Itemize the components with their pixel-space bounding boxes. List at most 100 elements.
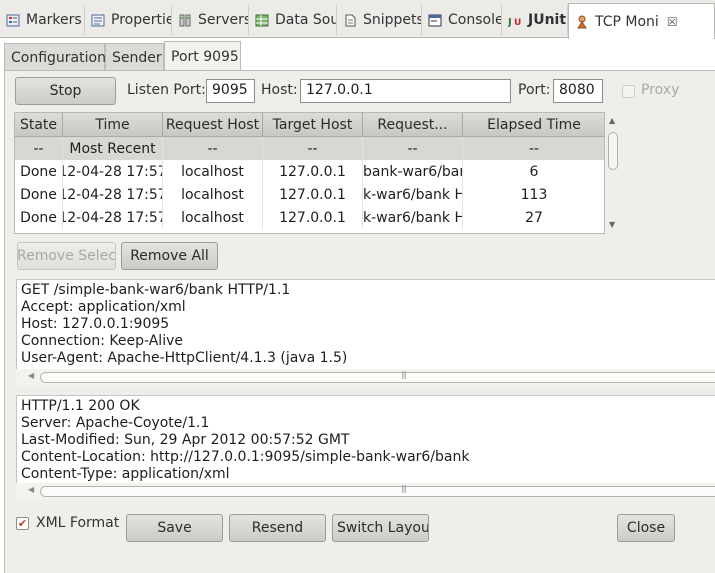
stop-button[interactable]: Stop — [15, 77, 116, 105]
cell-state: Done — [15, 183, 63, 206]
view-tab-bar: Markers Propertie Servers Data Sou Snipp… — [0, 0, 715, 39]
port-label: Port: — [518, 82, 551, 98]
svg-text:U: U — [514, 18, 521, 27]
cell-request-host: localhost — [163, 206, 263, 229]
properties-icon — [90, 13, 106, 27]
tab-label: Propertie — [111, 12, 172, 28]
tab-properties[interactable]: Propertie — [85, 5, 172, 35]
junit-icon: JU — [507, 13, 523, 27]
cell-state: -- — [15, 137, 63, 160]
save-button[interactable]: Save — [126, 514, 223, 542]
table-row[interactable]: Done 12-04-28 17:57 localhost 127.0.0.1 … — [15, 160, 604, 183]
tab-label: Console — [448, 12, 502, 28]
tab-configuration[interactable]: Configuration — [4, 43, 106, 71]
tab-console[interactable]: Console — [422, 5, 502, 35]
tab-servers[interactable]: Servers — [172, 5, 249, 35]
scrollbar-thumb[interactable] — [40, 486, 715, 497]
cell-time: Most Recent — [63, 137, 163, 160]
xml-format-checkbox[interactable]: ✔ — [16, 517, 29, 530]
column-header-state[interactable]: State — [15, 113, 63, 137]
column-header-target-host[interactable]: Target Host — [263, 113, 363, 137]
data-source-icon — [254, 13, 270, 27]
column-header-elapsed-time[interactable]: Elapsed Time — [463, 113, 604, 137]
close-button[interactable]: Close — [617, 514, 675, 542]
cell-elapsed-time: 6 — [463, 160, 604, 183]
cell-request: k-war6/bank HT — [363, 183, 463, 206]
tab-tcp-monitor[interactable]: TCP Moni ☒ — [568, 3, 715, 39]
response-horizontal-scrollbar[interactable]: ◀ ||| — [16, 483, 715, 500]
response-line: Content-Location: http://127.0.0.1:9095/… — [21, 449, 470, 465]
cell-target-host: -- — [263, 137, 363, 160]
response-line: Server: Apache-Coyote/1.1 — [21, 415, 210, 431]
request-line: Connection: Keep-Alive — [21, 333, 183, 349]
listen-port-label: Listen Port: — [127, 82, 206, 98]
cell-request-host: localhost — [163, 160, 263, 183]
cell-target-host: 127.0.0.1 — [263, 183, 363, 206]
snippets-icon — [342, 13, 358, 27]
resend-button[interactable]: Resend — [229, 514, 326, 542]
host-field[interactable]: 127.0.0.1 — [300, 79, 511, 103]
tab-markers[interactable]: Markers — [0, 5, 85, 35]
cell-target-host: 127.0.0.1 — [263, 160, 363, 183]
console-icon — [427, 13, 443, 27]
cell-time: 12-04-28 17:57 — [63, 160, 163, 183]
scroll-down-icon[interactable]: ▼ — [609, 220, 615, 229]
tab-label: TCP Moni — [595, 13, 659, 30]
table-row[interactable]: Done 12-04-28 17:57 localhost 127.0.0.1 … — [15, 183, 604, 206]
scrollbar-grip-icon: ||| — [401, 370, 407, 379]
proxy-label: Proxy — [641, 82, 680, 98]
port-field[interactable]: 8080 — [553, 79, 603, 103]
cell-request-host: localhost — [163, 183, 263, 206]
scrollbar-grip-icon: ||| — [401, 484, 407, 493]
response-text-area[interactable]: HTTP/1.1 200 OK Server: Apache-Coyote/1.… — [16, 395, 715, 489]
cell-elapsed-time: -- — [463, 137, 604, 160]
request-line: GET /simple-bank-war6/bank HTTP/1.1 — [21, 282, 291, 298]
tab-label: Markers — [26, 12, 82, 28]
tab-data-source[interactable]: Data Sou — [249, 5, 337, 35]
listen-port-field[interactable]: 9095 — [206, 79, 255, 103]
proxy-checkbox[interactable] — [622, 85, 635, 98]
table-vertical-scrollbar[interactable]: ▲ ▼ — [606, 112, 620, 234]
cell-request: -- — [363, 137, 463, 160]
tab-label: Snippets — [363, 12, 422, 28]
tcp-monitor-icon — [574, 15, 590, 29]
column-header-request-host[interactable]: Request Host — [163, 113, 263, 137]
tab-port-9095[interactable]: Port 9095 — [164, 41, 241, 71]
column-header-time[interactable]: Time — [63, 113, 163, 137]
remove-all-button[interactable]: Remove All — [121, 242, 218, 270]
svg-text:J: J — [508, 17, 512, 27]
close-icon[interactable]: ☒ — [667, 15, 678, 29]
servers-icon — [177, 13, 193, 27]
switch-layout-button[interactable]: Switch Layout — [332, 514, 429, 542]
tab-sender[interactable]: Sender — [105, 43, 164, 71]
column-header-request[interactable]: Request... — [363, 113, 463, 137]
cell-time: 12-04-28 17:57 — [63, 206, 163, 229]
response-line: HTTP/1.1 200 OK — [21, 398, 140, 414]
request-text-area[interactable]: GET /simple-bank-war6/bank HTTP/1.1 Acce… — [16, 279, 715, 372]
tab-label: JUnit — [528, 12, 567, 28]
scroll-up-icon[interactable]: ▲ — [609, 116, 615, 125]
cell-time: 12-04-28 17:57 — [63, 183, 163, 206]
scrollbar-thumb[interactable] — [608, 132, 618, 170]
request-table: State Time Request Host Target Host Requ… — [14, 112, 605, 234]
request-horizontal-scrollbar[interactable]: ◀ ||| — [16, 369, 715, 386]
cell-state: Done — [15, 160, 63, 183]
xml-format-label: XML Format — [36, 515, 120, 531]
table-row[interactable]: -- Most Recent -- -- -- -- — [15, 137, 604, 160]
tab-label: Data Sou — [275, 12, 337, 28]
table-row[interactable]: Done 12-04-28 17:57 localhost 127.0.0.1 … — [15, 206, 604, 229]
tab-junit[interactable]: JU JUnit — [502, 5, 568, 35]
scroll-left-icon[interactable]: ◀ — [28, 485, 34, 494]
response-line: Last-Modified: Sun, 29 Apr 2012 00:57:52… — [21, 432, 350, 448]
scroll-left-icon[interactable]: ◀ — [28, 371, 34, 380]
cell-request-host: -- — [163, 137, 263, 160]
request-line: Accept: application/xml — [21, 299, 186, 315]
host-label: Host: — [261, 82, 298, 98]
remove-selected-button[interactable]: Remove Selec — [17, 242, 116, 270]
scrollbar-thumb[interactable] — [40, 372, 715, 383]
cell-state: Done — [15, 206, 63, 229]
markers-icon — [5, 13, 21, 27]
tab-snippets[interactable]: Snippets — [337, 5, 422, 35]
cell-request: bank-war6/bank — [363, 160, 463, 183]
cell-elapsed-time: 27 — [463, 206, 604, 229]
